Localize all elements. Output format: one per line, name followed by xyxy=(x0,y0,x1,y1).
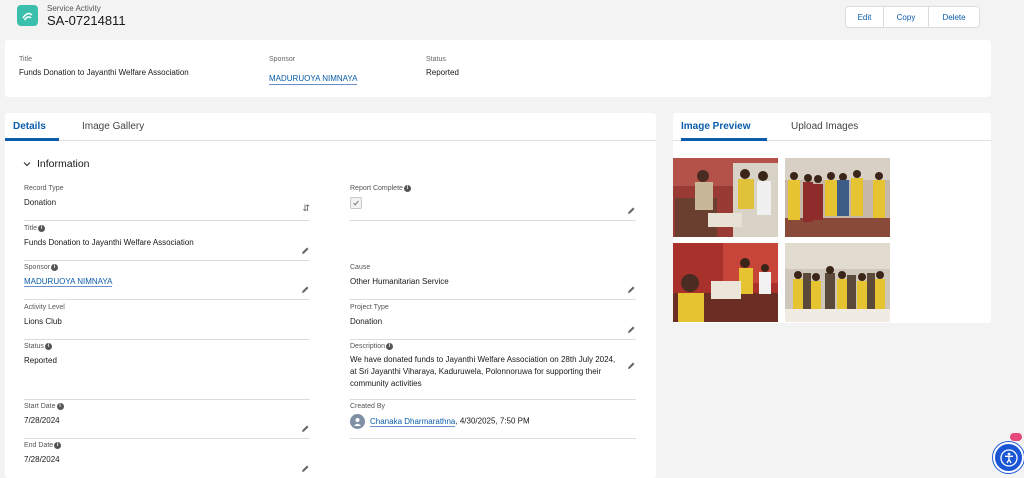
highlight-title-value: Funds Donation to Jayanthi Welfare Assoc… xyxy=(19,68,189,77)
field-label: Sponsor xyxy=(24,264,51,271)
edit-pencil-icon[interactable] xyxy=(300,424,310,434)
field-label: Title xyxy=(24,225,37,232)
edit-pencil-icon[interactable] xyxy=(626,361,636,371)
image-thumbnail[interactable] xyxy=(785,243,890,322)
image-panel: Image Preview Upload Images xyxy=(673,113,991,323)
field-cause: Cause Other Humanitarian Service xyxy=(350,264,636,300)
field-label: Report Complete xyxy=(350,185,403,192)
tab-details[interactable]: Details xyxy=(13,121,46,132)
info-icon[interactable]: i xyxy=(54,442,62,449)
action-button-group: Edit Copy Delete xyxy=(845,6,980,28)
active-tab-indicator xyxy=(5,138,59,141)
field-record-type: Record Type Donation ⇵ xyxy=(24,185,310,221)
delete-button[interactable]: Delete xyxy=(928,7,979,27)
change-record-type-icon[interactable]: ⇵ xyxy=(302,203,310,214)
field-status: Status i Reported xyxy=(24,343,310,400)
info-icon[interactable]: i xyxy=(403,185,411,192)
edit-pencil-icon[interactable] xyxy=(626,325,636,335)
highlights-panel: Title Funds Donation to Jayanthi Welfare… xyxy=(5,40,991,97)
field-title: Title i Funds Donation to Jayanthi Welfar… xyxy=(24,225,310,261)
edit-pencil-icon[interactable] xyxy=(626,285,636,295)
tab-image-preview[interactable]: Image Preview xyxy=(681,121,750,132)
field-end-date: End Date i 7/28/2024 xyxy=(24,442,310,478)
chevron-down-icon xyxy=(23,162,31,167)
field-sponsor: Sponsor i MADURUOYA NIMNAYA xyxy=(24,264,310,300)
image-thumbnail[interactable] xyxy=(785,158,890,237)
active-tab-indicator xyxy=(681,138,767,141)
info-icon[interactable]: i xyxy=(386,343,394,350)
field-label: Record Type xyxy=(24,185,64,192)
field-project-type: Project Type Donation xyxy=(350,304,636,340)
edit-pencil-icon[interactable] xyxy=(626,206,636,216)
field-label: Project Type xyxy=(350,304,389,311)
field-label: Cause xyxy=(350,264,371,271)
field-value: Reported xyxy=(24,356,57,365)
field-created-by: Created By Chanaka Dharmarathna, 4/30/20… xyxy=(350,403,636,439)
tab-upload-images[interactable]: Upload Images xyxy=(791,121,858,132)
copy-button[interactable]: Copy xyxy=(883,7,928,27)
field-value: 7/28/2024 xyxy=(24,416,60,425)
record-header: Service Activity SA-07214811 Edit Copy D… xyxy=(0,0,1024,34)
main-tabs: Details Image Gallery xyxy=(5,113,656,141)
field-start-date: Start Date i 7/28/2024 xyxy=(24,403,310,439)
field-label: Description xyxy=(350,343,386,350)
notification-badge xyxy=(1010,433,1022,441)
field-description: Description i We have donated funds to Ja… xyxy=(350,343,636,400)
highlight-sponsor: Sponsor MADURUOYA NIMNAYA xyxy=(269,56,358,86)
edit-pencil-icon[interactable] xyxy=(300,285,310,295)
image-thumbnail[interactable] xyxy=(673,158,778,237)
info-icon[interactable]: i xyxy=(37,225,45,232)
info-icon[interactable]: i xyxy=(44,343,52,350)
highlight-title-label: Title xyxy=(19,56,32,63)
info-icon[interactable]: i xyxy=(51,264,59,271)
service-activity-icon xyxy=(17,5,38,26)
field-report-complete: Report Complete i xyxy=(350,185,636,221)
highlight-title: Title Funds Donation to Jayanthi Welfare… xyxy=(19,56,189,77)
report-complete-checkbox xyxy=(350,197,362,209)
details-card: Details Image Gallery Information Record… xyxy=(5,113,656,478)
field-value: Funds Donation to Jayanthi Welfare Assoc… xyxy=(24,238,194,247)
field-activity-level: Activity Level Lions Club xyxy=(24,304,310,340)
user-avatar-icon xyxy=(350,414,365,429)
field-value: 7/28/2024 xyxy=(24,455,60,464)
record-name: SA-07214811 xyxy=(47,13,126,28)
record-type-label: Service Activity xyxy=(47,4,101,13)
created-date: , 4/30/2025, 7:50 PM xyxy=(455,416,530,426)
field-label: Created By xyxy=(350,403,386,410)
info-icon[interactable]: i xyxy=(56,403,64,410)
sponsor-link[interactable]: MADURUOYA NIMNAYA xyxy=(24,277,113,287)
highlight-status: Status Reported xyxy=(426,56,459,77)
image-thumbnail[interactable] xyxy=(673,243,778,322)
field-label: Start Date xyxy=(24,403,56,410)
check-icon xyxy=(353,200,359,206)
highlight-status-value: Reported xyxy=(426,68,459,77)
field-value: Donation xyxy=(24,198,57,207)
field-value: Donation xyxy=(350,317,383,326)
field-label: Activity Level xyxy=(24,304,65,311)
field-value: Lions Club xyxy=(24,317,62,326)
edit-button[interactable]: Edit xyxy=(846,7,883,27)
tab-image-gallery[interactable]: Image Gallery xyxy=(82,121,144,132)
highlight-sponsor-label: Sponsor xyxy=(269,56,296,63)
field-label: Status xyxy=(24,343,44,350)
field-label: End Date xyxy=(24,442,54,449)
highlight-status-label: Status xyxy=(426,56,446,63)
accessibility-icon[interactable] xyxy=(993,442,1024,473)
edit-pencil-icon[interactable] xyxy=(300,464,310,474)
image-tabs: Image Preview Upload Images xyxy=(673,113,991,141)
created-by-user-link[interactable]: Chanaka Dharmarathna xyxy=(370,416,456,427)
information-section-toggle[interactable]: Information xyxy=(23,158,90,170)
field-value: Other Humanitarian Service xyxy=(350,277,449,286)
highlight-sponsor-link[interactable]: MADURUOYA NIMNAYA xyxy=(269,74,358,85)
field-value: We have donated funds to Jayanthi Welfar… xyxy=(350,355,616,388)
edit-pencil-icon[interactable] xyxy=(300,246,310,256)
section-title: Information xyxy=(37,158,90,170)
